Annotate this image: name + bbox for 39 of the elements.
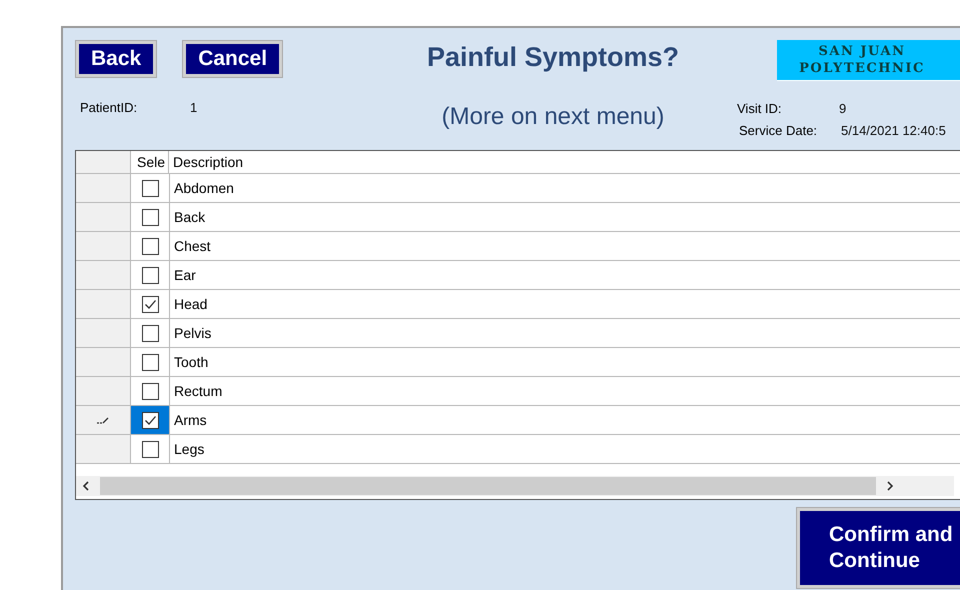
subtitle: (More on next menu) xyxy=(440,102,666,132)
checkbox[interactable] xyxy=(142,324,158,342)
checkbox[interactable] xyxy=(142,296,158,312)
column-header[interactable]: Sele xyxy=(131,151,169,173)
table-cell-text: Abdomen xyxy=(173,179,235,198)
table-cell-text: Tooth xyxy=(173,353,210,372)
table-cell-text: Ear xyxy=(173,266,197,285)
table-cell-text: Rectum xyxy=(173,382,224,401)
table-cell-text: Pelvis xyxy=(173,324,212,343)
checkbox[interactable] xyxy=(142,238,158,254)
patient-id-value: 1 xyxy=(190,100,198,117)
checkbox[interactable] xyxy=(142,382,158,400)
scroll-left-icon[interactable] xyxy=(82,481,90,491)
checkbox[interactable] xyxy=(142,354,158,370)
checkbox[interactable] xyxy=(142,266,158,284)
table-cell-text: Back xyxy=(173,208,206,227)
confirm-button[interactable]: Confirm and Continue xyxy=(797,508,960,588)
table-cell-text: Arms xyxy=(173,411,208,430)
visit-info-value: 5/14/2021 12:40:5 xyxy=(841,122,946,140)
page-title: Painful Symptoms? xyxy=(426,41,680,74)
scroll-right-icon[interactable] xyxy=(886,481,894,491)
scrollbar-thumb[interactable] xyxy=(100,477,876,495)
visit-info-value: 9 xyxy=(839,100,846,118)
patient-id-label: PatientID: xyxy=(80,100,138,117)
visit-info-label: Visit ID: xyxy=(737,100,783,118)
table-cell-text: Legs xyxy=(173,440,206,459)
checkbox[interactable] xyxy=(142,440,158,458)
cancel-button[interactable]: Cancel xyxy=(183,41,282,77)
visit-info-label: Service Date: xyxy=(738,122,818,140)
horizontal-scrollbar[interactable] xyxy=(76,476,954,496)
logo: SAN JUAN POLYTECHNIC xyxy=(777,40,960,81)
table-cell-text: Chest xyxy=(173,237,212,256)
back-button[interactable]: Back xyxy=(76,41,156,77)
table-cell-text: Head xyxy=(173,295,208,314)
checkbox[interactable] xyxy=(142,180,158,196)
checkbox[interactable] xyxy=(142,208,158,226)
checkbox[interactable] xyxy=(142,412,158,428)
column-header[interactable]: Description xyxy=(169,151,960,173)
checkbox-cell[interactable] xyxy=(131,406,170,434)
